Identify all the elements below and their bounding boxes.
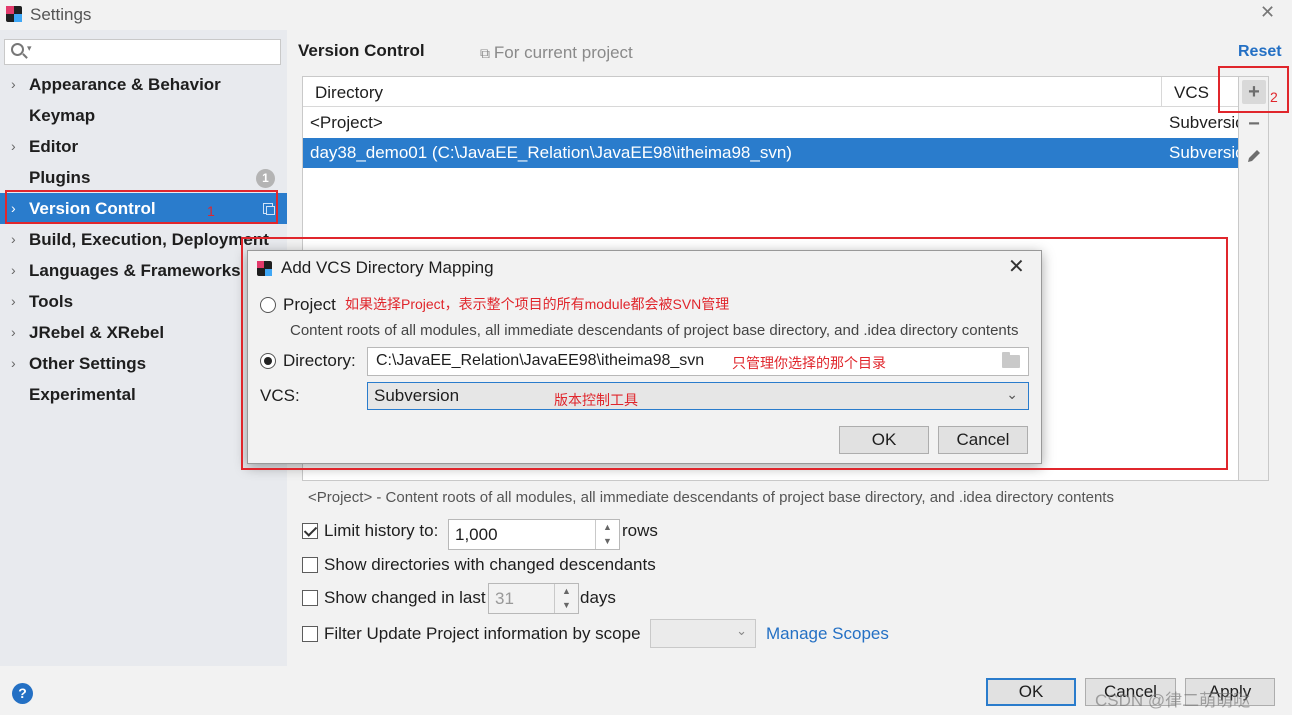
filter-update-checkbox[interactable] — [302, 626, 318, 642]
show-changed-option: Show changed in last 31 ▲ ▼ days — [302, 583, 702, 614]
watermark: CSDN @律二萌萌哒 — [1095, 691, 1251, 710]
title-bar: Settings ✕ — [0, 0, 1292, 30]
show-changed-days-spinner[interactable]: 31 ▲ ▼ — [488, 583, 579, 614]
spinner-arrows[interactable]: ▲ ▼ — [554, 584, 578, 613]
annotation-box — [1218, 66, 1289, 113]
chevron-right-icon: › — [11, 76, 16, 92]
edit-mapping-button[interactable] — [1242, 147, 1266, 171]
project-description: <Project> - Content roots of all modules… — [308, 489, 1114, 506]
annotation-number: 1 — [207, 203, 215, 219]
chevron-down-icon: ⌄ — [736, 623, 747, 638]
chevron-right-icon: › — [11, 293, 16, 309]
sidebar-item-keymap[interactable]: Keymap — [0, 100, 287, 131]
annotation-box — [5, 190, 278, 224]
pencil-icon — [1248, 150, 1260, 162]
chevron-right-icon: › — [11, 324, 16, 340]
show-changed-checkbox[interactable] — [302, 590, 318, 606]
chevron-right-icon: › — [11, 262, 16, 278]
filter-update-option: Filter Update Project information by sco… — [302, 619, 902, 648]
intellij-icon — [6, 6, 22, 22]
help-icon[interactable]: ? — [12, 683, 33, 704]
limit-history-option: Limit history to: 1,000 ▲ ▼ rows — [302, 519, 702, 550]
show-directories-checkbox[interactable] — [302, 557, 318, 573]
page-title: Version Control — [298, 41, 425, 60]
table-row[interactable]: day38_demo01 (C:\JavaEE_Relation\JavaEE9… — [303, 138, 1238, 168]
table-header: Directory VCS — [303, 77, 1238, 107]
table-row[interactable]: <Project> Subversion — [303, 108, 1238, 138]
chevron-right-icon: › — [11, 355, 16, 371]
sidebar-item-editor[interactable]: › Editor — [0, 131, 287, 162]
for-current-project-label: For current project — [480, 43, 633, 63]
sidebar-item-appearance-behavior[interactable]: › Appearance & Behavior — [0, 69, 287, 100]
reset-link[interactable]: Reset — [1238, 43, 1282, 61]
annotation-box — [241, 237, 1228, 470]
table-toolbar: + − — [1239, 76, 1269, 481]
ok-button[interactable]: OK — [986, 678, 1076, 706]
search-icon — [11, 43, 24, 56]
close-window-icon[interactable]: ✕ — [1260, 2, 1275, 23]
sidebar-item-plugins[interactable]: Plugins 1 — [0, 162, 287, 193]
manage-scopes-link[interactable]: Manage Scopes — [766, 624, 889, 644]
plugins-badge: 1 — [256, 169, 275, 188]
remove-mapping-button[interactable]: − — [1242, 112, 1266, 136]
limit-history-spinner[interactable]: 1,000 ▲ ▼ — [448, 519, 620, 550]
chevron-down-icon: ▾ — [27, 43, 32, 53]
window-title: Settings — [30, 5, 92, 24]
chevron-right-icon: › — [11, 231, 16, 247]
scope-dropdown[interactable]: ⌄ — [650, 619, 756, 648]
chevron-right-icon: › — [11, 138, 16, 154]
settings-search-input[interactable]: ▾ — [4, 39, 281, 65]
column-divider — [1161, 77, 1162, 107]
spinner-arrows[interactable]: ▲ ▼ — [595, 520, 619, 549]
limit-history-checkbox[interactable] — [302, 523, 318, 539]
show-directories-option: Show directories with changed descendant… — [302, 553, 702, 577]
column-header-directory[interactable]: Directory — [315, 83, 383, 103]
annotation-number: 2 — [1270, 89, 1278, 105]
column-header-vcs[interactable]: VCS — [1174, 83, 1209, 103]
